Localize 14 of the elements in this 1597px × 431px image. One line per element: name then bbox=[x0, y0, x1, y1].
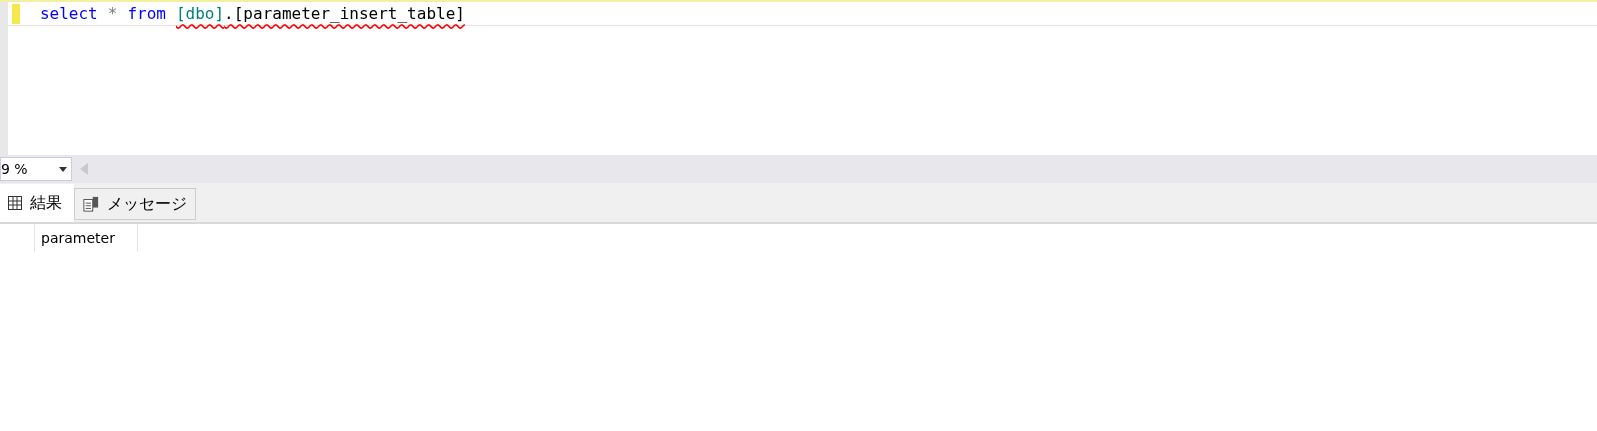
change-marker bbox=[11, 3, 20, 24]
scroll-left-icon[interactable] bbox=[80, 163, 88, 175]
document-icon bbox=[83, 195, 99, 213]
grid-icon bbox=[8, 196, 22, 210]
tab[interactable]: メッセージ bbox=[74, 188, 196, 220]
code-token: .[parameter_insert_table] bbox=[224, 2, 465, 25]
code-token: [dbo] bbox=[175, 2, 225, 25]
code-token: select bbox=[39, 2, 98, 25]
code-token: from bbox=[127, 2, 166, 25]
caret-icon bbox=[59, 166, 67, 172]
code-token: * bbox=[107, 2, 118, 25]
tab[interactable]: 結果 bbox=[0, 184, 74, 222]
zoom-dropdown[interactable]: 9 % bbox=[0, 157, 72, 181]
column-header: parameter bbox=[34, 224, 138, 252]
